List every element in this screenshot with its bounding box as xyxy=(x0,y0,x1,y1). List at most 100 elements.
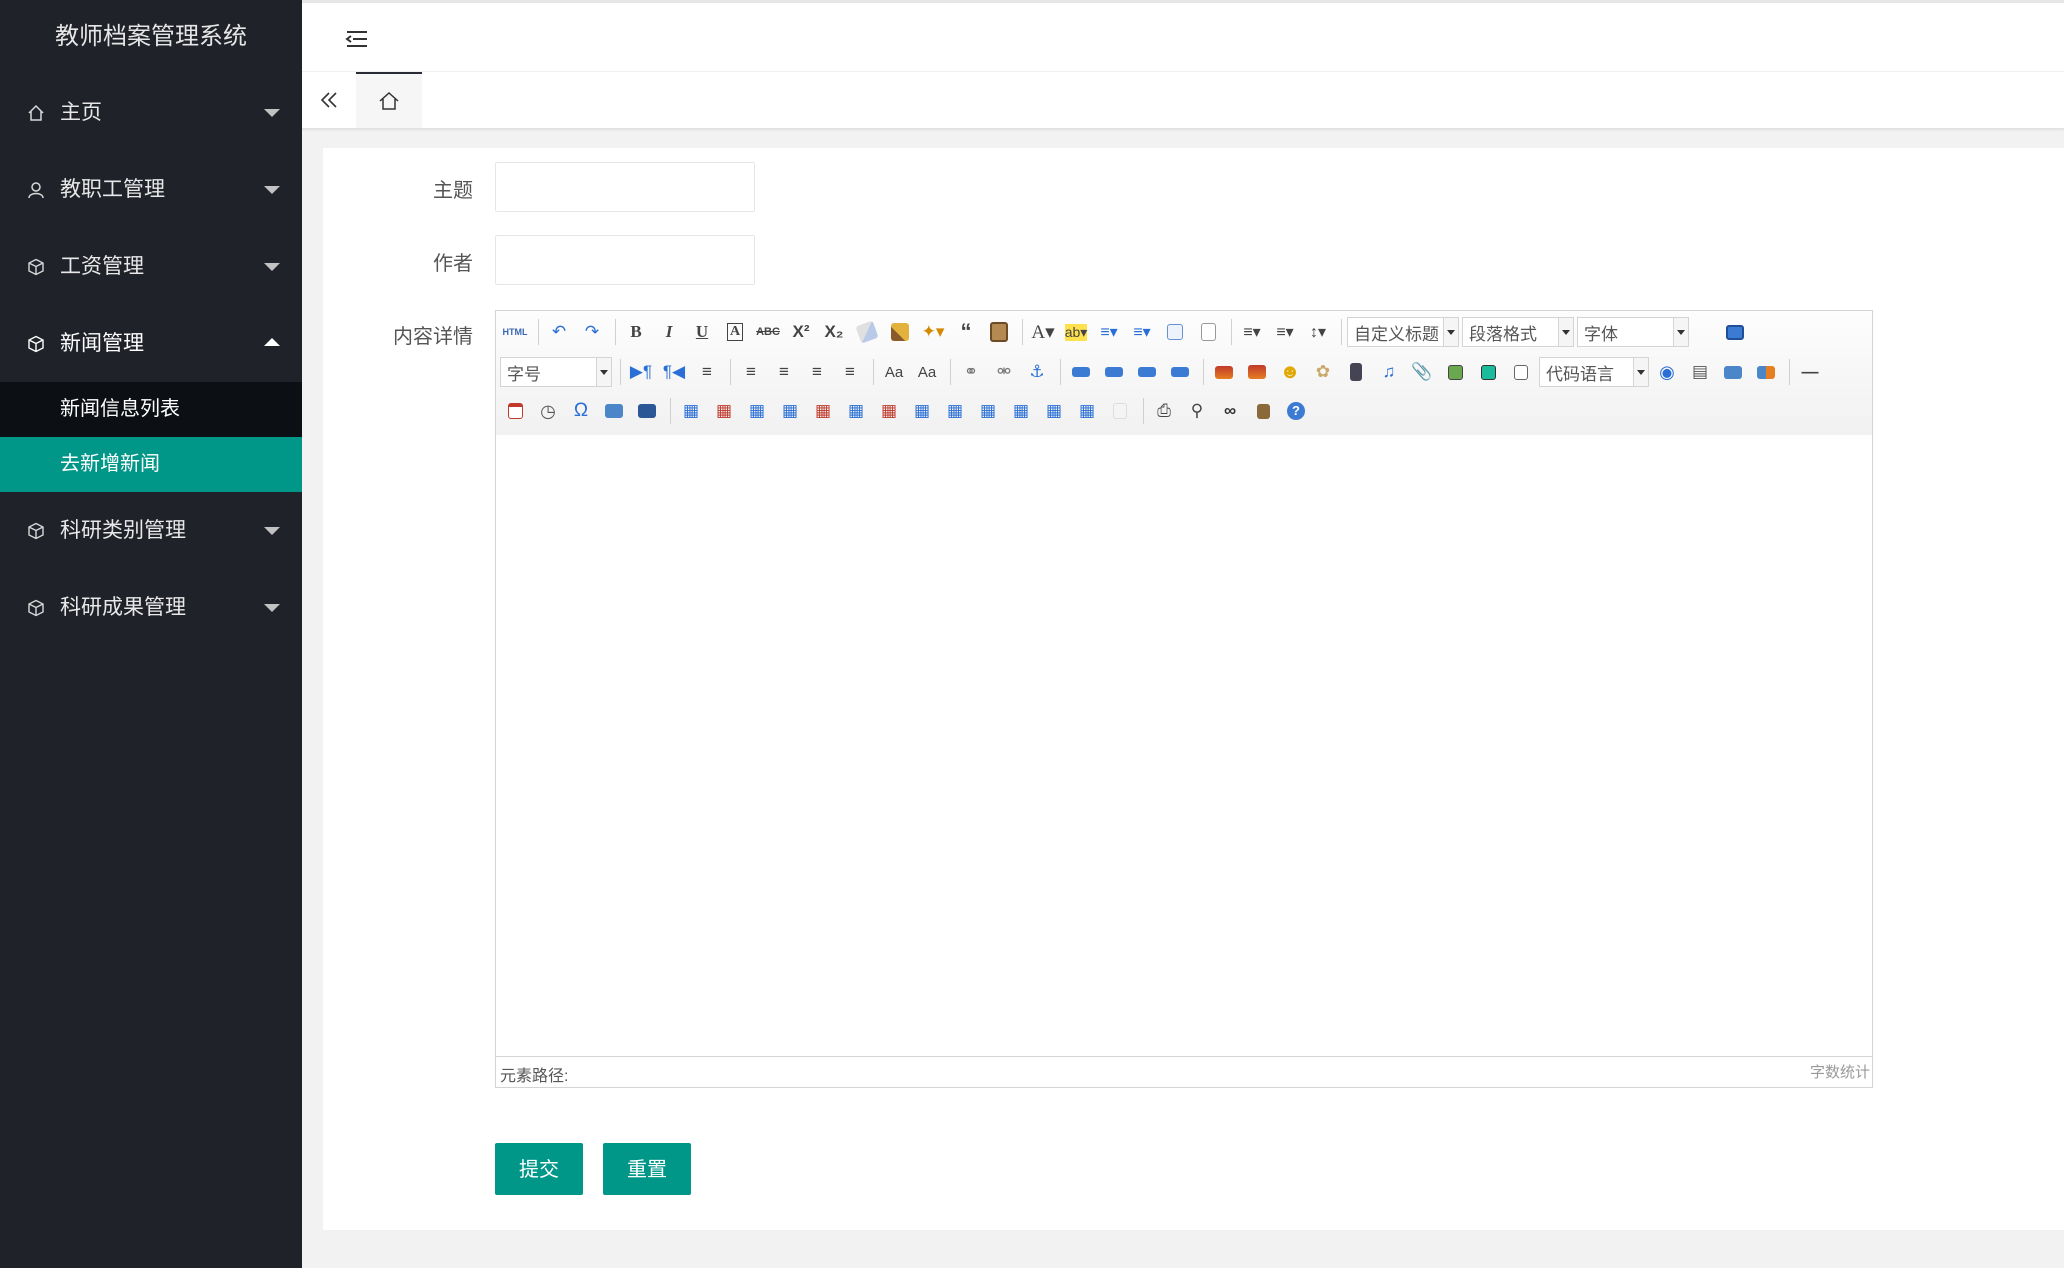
charts-table-button[interactable] xyxy=(1105,396,1135,426)
map-button[interactable] xyxy=(1440,357,1470,387)
strikethrough-button[interactable]: ABC xyxy=(753,317,783,347)
row-spacing-bottom-button[interactable]: ≡▾ xyxy=(1270,317,1300,347)
sidebar-item-staff[interactable]: 教职工管理 xyxy=(0,151,302,228)
undo-button[interactable]: ↶ xyxy=(544,317,574,347)
align-center-button[interactable]: ≡ xyxy=(769,357,799,387)
insert-date-button[interactable] xyxy=(500,396,530,426)
ordered-list-button[interactable]: ≡▾ xyxy=(1094,317,1124,347)
sidebar-item-salary[interactable]: 工资管理 xyxy=(0,228,302,305)
row-spacing-top-button[interactable]: ≡▾ xyxy=(1237,317,1267,347)
link-button[interactable]: ⚭ xyxy=(956,357,986,387)
sidebar-subitem-add-news[interactable]: 去新增新闻 xyxy=(0,437,302,492)
align-right-button[interactable]: ≡ xyxy=(802,357,832,387)
sidebar-item-home[interactable]: 主页 xyxy=(0,74,302,151)
paragraph-format-select[interactable]: 段落格式 xyxy=(1462,317,1574,347)
horizontal-rule-button[interactable]: — xyxy=(1795,357,1825,387)
touppercase-button[interactable]: Aa xyxy=(879,357,909,387)
tab-scroll-left-button[interactable] xyxy=(302,72,357,128)
fullscreen-button[interactable] xyxy=(1720,317,1750,347)
align-left-button[interactable]: ≡ xyxy=(736,357,766,387)
pagebreak-button[interactable]: ▤ xyxy=(1685,357,1715,387)
code-language-select[interactable]: 代码语言 xyxy=(1539,357,1649,387)
italic-button[interactable]: I xyxy=(654,317,684,347)
help-button[interactable]: ? xyxy=(1281,396,1311,426)
delete-table-button[interactable]: ▦ xyxy=(709,396,739,426)
image-center-button[interactable] xyxy=(1165,357,1195,387)
html-source-button[interactable]: HTML xyxy=(500,317,530,347)
edit-tip-button[interactable] xyxy=(632,396,662,426)
redo-button[interactable]: ↷ xyxy=(577,317,607,347)
merge-right-button[interactable]: ▦ xyxy=(940,396,970,426)
indent-button[interactable]: ≡ xyxy=(692,357,722,387)
simple-upload-button[interactable] xyxy=(1209,357,1239,387)
underline-button[interactable]: U xyxy=(687,317,717,347)
subject-input[interactable] xyxy=(495,162,755,212)
font-border-button[interactable]: A xyxy=(720,317,750,347)
image-right-button[interactable] xyxy=(1132,357,1162,387)
insert-row-button[interactable]: ▦ xyxy=(775,396,805,426)
unordered-list-button[interactable]: ≡▾ xyxy=(1127,317,1157,347)
auto-typeset-button[interactable]: ✦▾ xyxy=(918,317,948,347)
paste-plain-button[interactable] xyxy=(984,317,1014,347)
scrawl-button[interactable]: ✿ xyxy=(1308,357,1338,387)
author-input[interactable] xyxy=(495,235,755,285)
background-color-button[interactable]: ab▾ xyxy=(1061,317,1091,347)
image-none-button[interactable] xyxy=(1066,357,1096,387)
insert-time-button[interactable]: ◷ xyxy=(533,396,563,426)
split-to-cells-button[interactable]: ▦ xyxy=(1006,396,1036,426)
sidebar-item-research-category[interactable]: 科研类别管理 xyxy=(0,492,302,569)
blockquote-button[interactable]: “ xyxy=(951,317,981,347)
direction-rtl-button[interactable]: ¶◀ xyxy=(659,357,689,387)
split-to-cols-button[interactable]: ▦ xyxy=(1072,396,1102,426)
sidebar-item-news[interactable]: 新闻管理 xyxy=(0,305,302,382)
select-all-button[interactable] xyxy=(1160,317,1190,347)
gmap-button[interactable] xyxy=(1473,357,1503,387)
remove-format-button[interactable] xyxy=(852,317,882,347)
sidebar-toggle-icon[interactable] xyxy=(342,25,372,53)
print-button[interactable]: ⎙ xyxy=(1149,396,1179,426)
reset-button[interactable]: 重置 xyxy=(603,1143,691,1195)
font-family-select[interactable]: 字体 xyxy=(1577,317,1689,347)
search-replace-button[interactable]: ∞ xyxy=(1215,396,1245,426)
anchor-button[interactable]: ⚓ xyxy=(1022,357,1052,387)
delete-row-button[interactable]: ▦ xyxy=(808,396,838,426)
merge-cells-button[interactable]: ▦ xyxy=(907,396,937,426)
line-height-button[interactable]: ↕▾ xyxy=(1303,317,1333,347)
tolowercase-button[interactable]: Aa xyxy=(912,357,942,387)
background-button[interactable] xyxy=(1718,357,1748,387)
submit-button[interactable]: 提交 xyxy=(495,1143,583,1195)
sidebar-subitem-news-list[interactable]: 新闻信息列表 xyxy=(0,382,302,437)
format-match-button[interactable] xyxy=(885,317,915,347)
font-size-select[interactable]: 字号 xyxy=(500,357,612,387)
insert-video-button[interactable] xyxy=(1341,357,1371,387)
insert-col-button[interactable]: ▦ xyxy=(841,396,871,426)
editor-content-area[interactable] xyxy=(496,435,1872,1057)
music-button[interactable]: ♫ xyxy=(1374,357,1404,387)
custom-heading-select[interactable]: 自定义标题 xyxy=(1347,317,1459,347)
emotion-button[interactable]: ☻ xyxy=(1275,357,1305,387)
subscript-button[interactable]: X₂ xyxy=(819,317,849,347)
preview-button[interactable]: ⚲ xyxy=(1182,396,1212,426)
insert-table-button[interactable]: ▦ xyxy=(676,396,706,426)
insert-image-button[interactable] xyxy=(1242,357,1272,387)
insert-paragraph-before-table-button[interactable]: ▦ xyxy=(742,396,772,426)
clear-doc-button[interactable] xyxy=(1193,317,1223,347)
attachment-button[interactable]: 📎 xyxy=(1407,357,1437,387)
bold-button[interactable]: B xyxy=(621,317,651,347)
direction-ltr-button[interactable]: ▶¶ xyxy=(626,357,656,387)
superscript-button[interactable]: X² xyxy=(786,317,816,347)
merge-down-button[interactable]: ▦ xyxy=(973,396,1003,426)
special-chars-button[interactable]: Ω xyxy=(566,396,596,426)
split-to-rows-button[interactable]: ▦ xyxy=(1039,396,1069,426)
sidebar-item-research-result[interactable]: 科研成果管理 xyxy=(0,569,302,646)
charts-button[interactable] xyxy=(1751,357,1781,387)
font-color-button[interactable]: A▾ xyxy=(1028,317,1058,347)
delete-col-button[interactable]: ▦ xyxy=(874,396,904,426)
template-button[interactable]: ◉ xyxy=(1652,357,1682,387)
unlink-button[interactable]: ⚮ xyxy=(989,357,1019,387)
tab-home[interactable] xyxy=(356,72,422,128)
insert-frame-button[interactable] xyxy=(1506,357,1536,387)
image-left-button[interactable] xyxy=(1099,357,1129,387)
align-justify-button[interactable]: ≡ xyxy=(835,357,865,387)
drafts-button[interactable] xyxy=(1248,396,1278,426)
